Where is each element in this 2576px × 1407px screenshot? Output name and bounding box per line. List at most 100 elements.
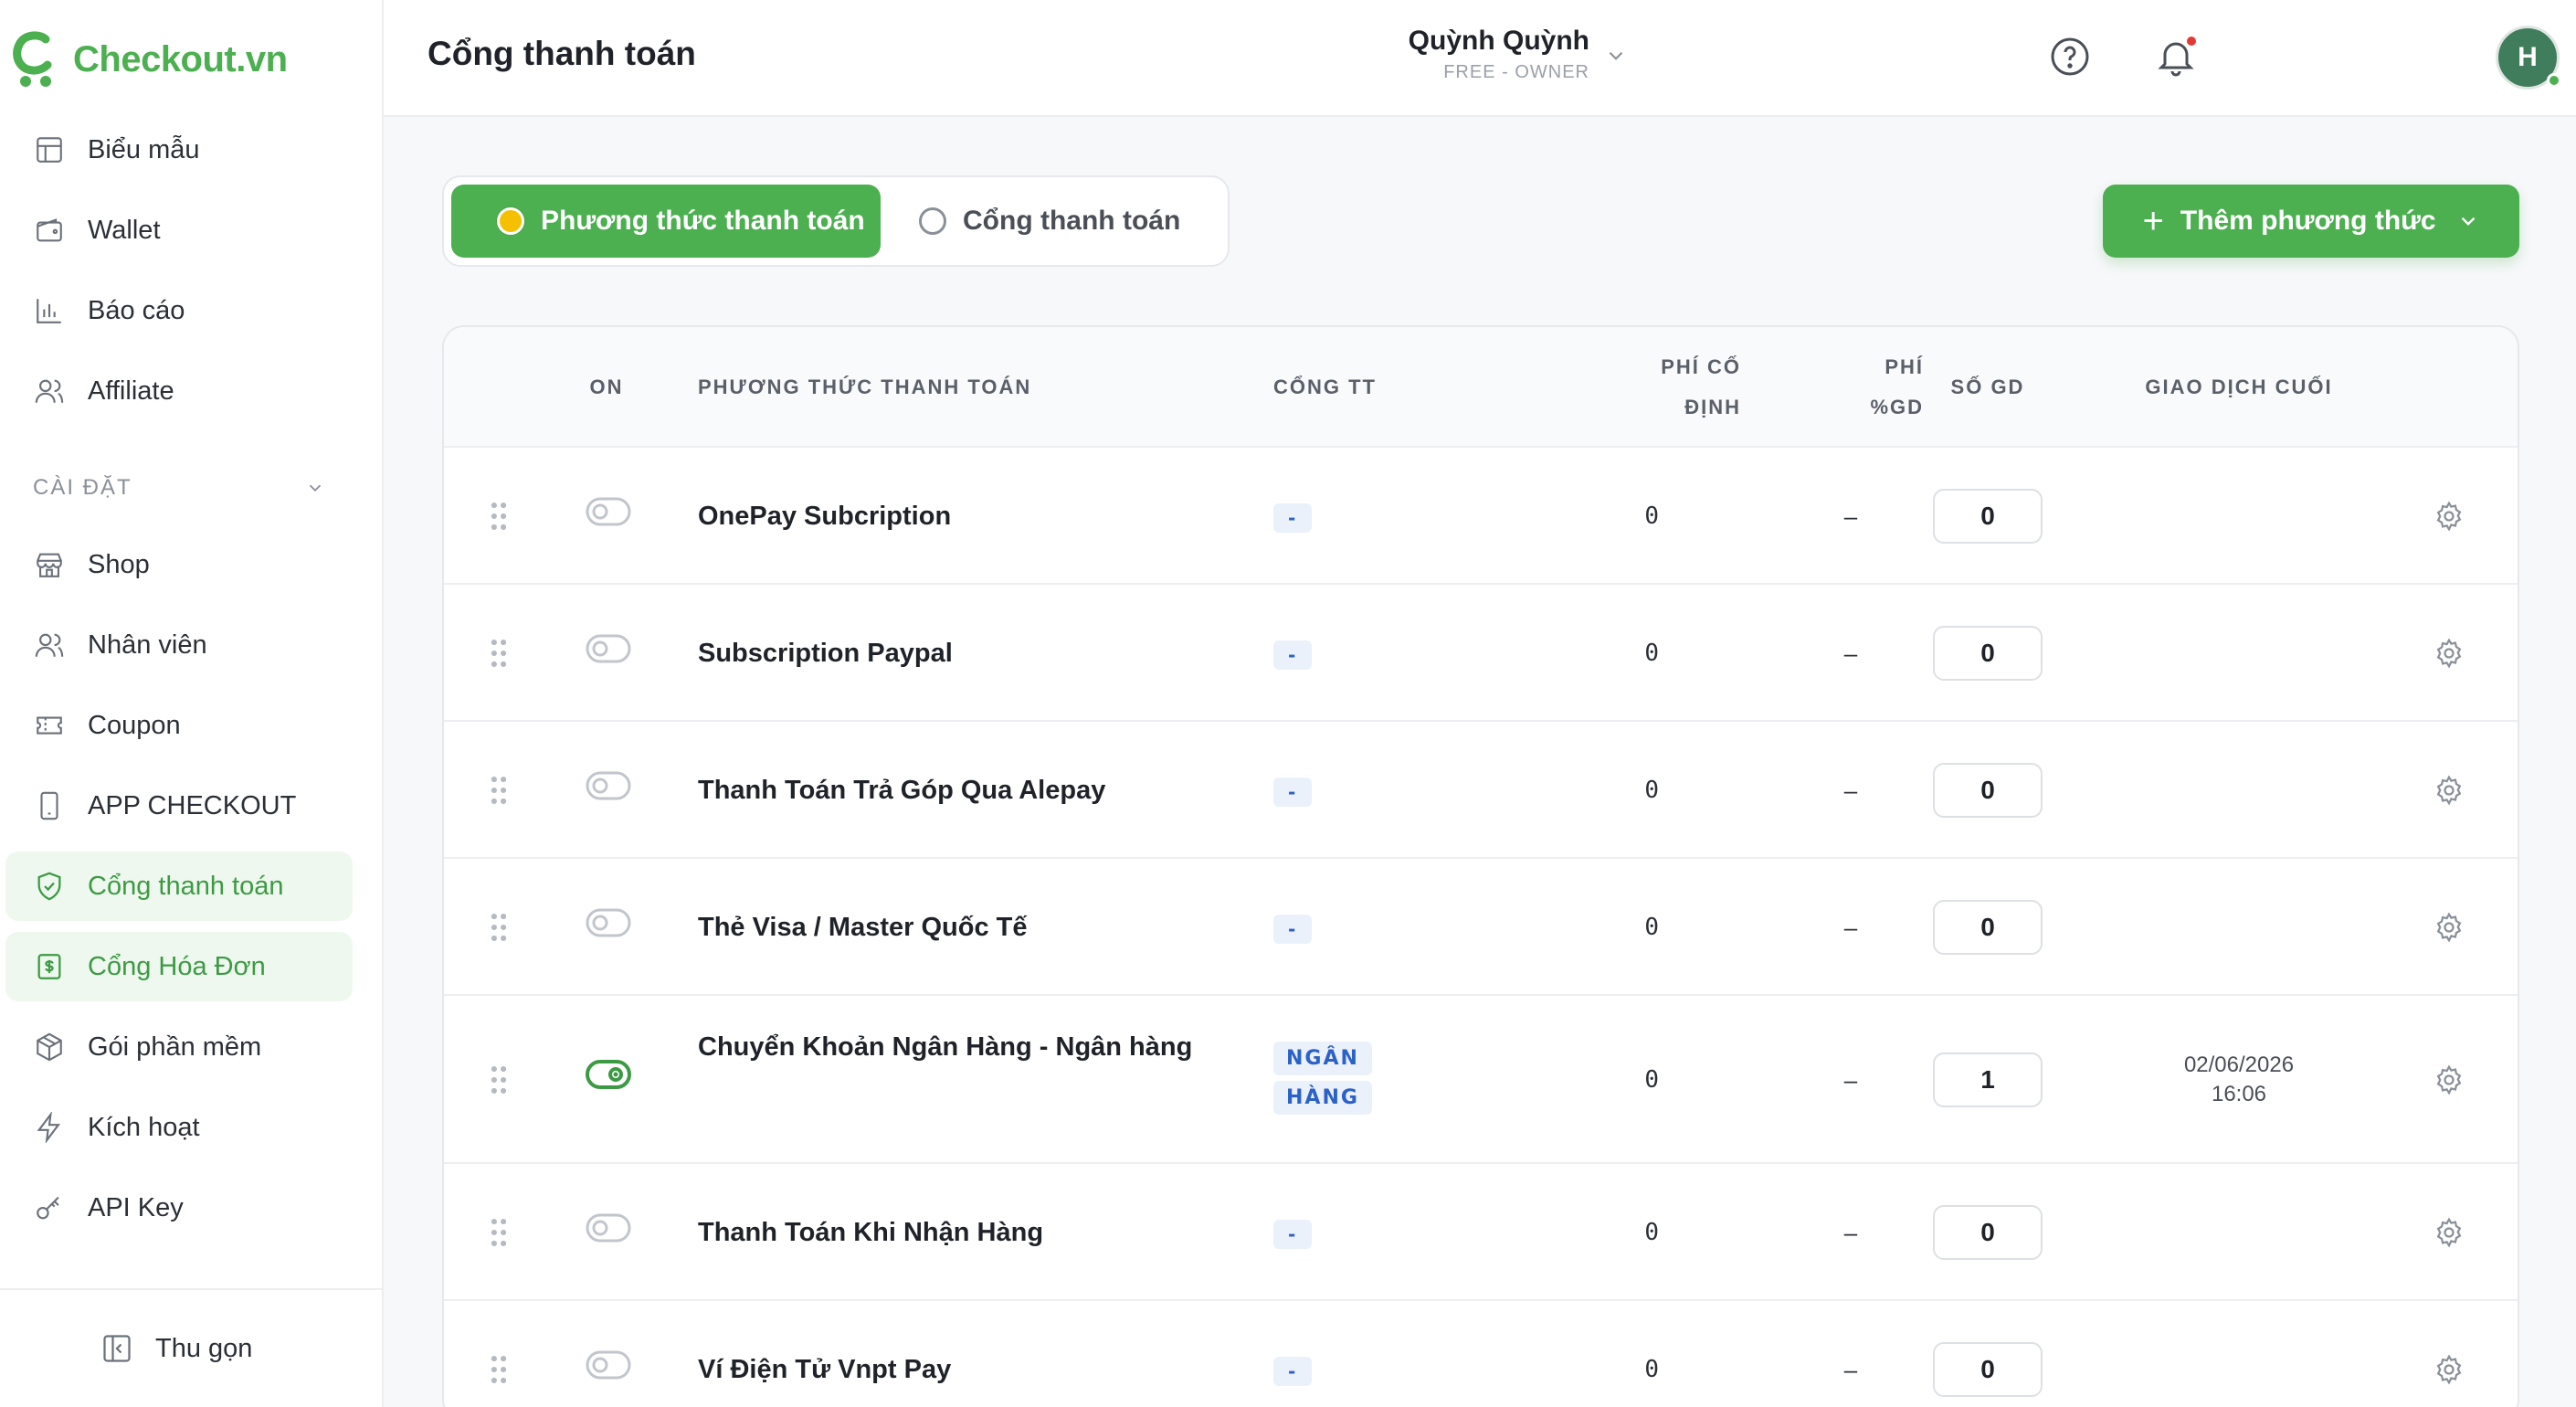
sidebar-item-app-checkout[interactable]: APP CHECKOUT <box>5 771 353 841</box>
sidebar-item-bieu-mau[interactable]: Biểu mẫu <box>5 115 353 185</box>
method-name: Ví Điện Tử Vnpt Pay <box>698 1354 952 1384</box>
toggle-off-icon[interactable] <box>572 859 645 987</box>
users-icon <box>33 629 66 661</box>
tab-payment-gateways[interactable]: Cổng thanh toán <box>919 185 1220 258</box>
online-status-dot <box>2547 73 2561 88</box>
col-fixed-fee-line2: ĐỊNH <box>1684 396 1741 418</box>
sidebar-item-label: API Key <box>88 1192 184 1222</box>
gateway-cell: - <box>1273 585 1313 725</box>
last-tx-date: 02/06/2026 <box>2183 1053 2295 1077</box>
sidebar-item-kich-hoat[interactable]: Kích hoạt <box>5 1093 353 1162</box>
settings-gear-icon[interactable] <box>2428 996 2470 1164</box>
drag-handle-icon[interactable] <box>480 585 517 722</box>
sidebar-item-label: Coupon <box>88 710 181 740</box>
sidebar-item-shop[interactable]: Shop <box>5 530 353 599</box>
drag-handle-icon[interactable] <box>480 859 517 996</box>
plus-icon: + <box>2142 201 2164 241</box>
layout-icon <box>33 133 66 166</box>
user-menu[interactable]: Quỳnh Quỳnh FREE - OWNER <box>1334 26 1589 83</box>
sidebar-item-bao-cao[interactable]: Báo cáo <box>5 276 353 345</box>
table-row[interactable]: OnePay Subcription - 0 – 0 <box>444 448 2518 585</box>
phone-icon <box>33 789 66 822</box>
sidebar-item-label: Nhân viên <box>88 629 207 660</box>
gateway-badge-line2: HÀNG <box>1273 1081 1372 1115</box>
package-icon <box>33 1031 66 1063</box>
method-name: Thanh Toán Khi Nhận Hàng <box>698 1217 1044 1247</box>
col-last-tx: GIAO DỊCH CUỐI <box>2145 376 2333 398</box>
tab-payment-methods[interactable]: Phương thức thanh toán <box>451 185 881 258</box>
drag-handle-icon[interactable] <box>480 1301 517 1407</box>
table-row[interactable]: Thanh Toán Trả Góp Qua Alepay - 0 – 0 <box>444 722 2518 859</box>
store-icon <box>33 548 66 581</box>
sidebar-item-label: Biểu mẫu <box>88 134 200 164</box>
settings-gear-icon[interactable] <box>2428 722 2470 859</box>
sidebar-item-label: Wallet <box>88 215 161 245</box>
logo-text: Checkout.vn <box>73 38 288 79</box>
help-button[interactable] <box>2048 35 2092 79</box>
sidebar-collapse-icon <box>103 1335 131 1362</box>
user-role: FREE - OWNER <box>1443 62 1589 82</box>
table-row[interactable]: Chuyển Khoản Ngân Hàng - Ngân hàng NGÂN … <box>444 996 2518 1164</box>
table-row[interactable]: Ví Điện Tử Vnpt Pay - 0 – 0 <box>444 1301 2518 1407</box>
sidebar-item-cong-hoa-don[interactable]: Cổng Hóa Đơn <box>5 932 353 1001</box>
logo[interactable]: Checkout.vn <box>9 27 288 91</box>
last-transaction: 02/06/2026 16:06 <box>2116 996 2362 1164</box>
col-pct-fee-line2: %GD <box>1870 396 1924 418</box>
drag-handle-icon[interactable] <box>480 722 517 859</box>
toggle-off-icon[interactable] <box>572 1301 645 1407</box>
pct-fee: – <box>1843 639 1858 667</box>
table-header: ON PHƯƠNG THỨC THANH TOÁN CỔNG TT PHÍ CỐ… <box>444 327 2518 448</box>
settings-gear-icon[interactable] <box>2428 1301 2470 1407</box>
shield-check-icon <box>33 870 66 903</box>
drag-handle-icon[interactable] <box>480 448 517 585</box>
method-name: Subscription Paypal <box>698 638 953 668</box>
sidebar-item-wallet[interactable]: Wallet <box>5 196 353 265</box>
toggle-off-icon[interactable] <box>572 585 645 713</box>
sidebar-item-affiliate[interactable]: Affiliate <box>5 356 353 426</box>
settings-gear-icon[interactable] <box>2428 1164 2470 1301</box>
sidebar-item-nhan-vien[interactable]: Nhân viên <box>5 610 353 680</box>
key-icon <box>33 1191 66 1224</box>
invoice-icon <box>33 950 66 983</box>
radio-unselected-icon <box>919 207 946 235</box>
settings-gear-icon[interactable] <box>2428 859 2470 996</box>
add-method-button[interactable]: + Thêm phương thức <box>2103 185 2519 258</box>
drag-handle-icon[interactable] <box>480 1164 517 1301</box>
table-row[interactable]: Thẻ Visa / Master Quốc Tế - 0 – 0 <box>444 859 2518 996</box>
toggle-on-icon[interactable] <box>572 996 645 1153</box>
method-name: Chuyển Khoản Ngân Hàng - Ngân hàng <box>698 1032 1193 1062</box>
sidebar-item-label: Kích hoạt <box>88 1112 200 1142</box>
gateway-cell: - <box>1273 859 1313 1000</box>
notifications-button[interactable] <box>2154 35 2198 79</box>
sidebar-item-api-key[interactable]: API Key <box>5 1173 353 1243</box>
method-name: Thanh Toán Trả Góp Qua Alepay <box>698 775 1106 805</box>
gateway-cell: - <box>1273 1164 1313 1305</box>
table-row[interactable]: Thanh Toán Khi Nhận Hàng - 0 – 0 <box>444 1164 2518 1301</box>
sidebar-item-coupon[interactable]: Coupon <box>5 691 353 760</box>
sidebar-item-label: Cổng Hóa Đơn <box>88 951 266 981</box>
settings-gear-icon[interactable] <box>2428 448 2470 585</box>
drag-handle-icon[interactable] <box>480 996 517 1164</box>
toggle-off-icon[interactable] <box>572 1164 645 1292</box>
gateway-badge: - <box>1273 640 1313 670</box>
pct-fee: – <box>1843 1218 1858 1246</box>
pct-fee: – <box>1843 776 1858 804</box>
chevron-down-icon[interactable] <box>1604 44 1628 68</box>
toggle-off-icon[interactable] <box>572 722 645 850</box>
toggle-off-icon[interactable] <box>572 448 645 576</box>
col-fixed-fee-line1: PHÍ CỐ <box>1661 355 1741 378</box>
settings-gear-icon[interactable] <box>2428 585 2470 722</box>
gateway-cell: NGÂN HÀNG <box>1273 1042 1372 1115</box>
ticket-icon <box>33 709 66 742</box>
table-row[interactable]: Subscription Paypal - 0 – 0 <box>444 585 2518 722</box>
fixed-fee: 0 <box>1644 777 1659 804</box>
sidebar-item-cong-thanh-toan[interactable]: Cổng thanh toán <box>5 852 353 921</box>
payment-methods-table: ON PHƯƠNG THỨC THANH TOÁN CỔNG TT PHÍ CỐ… <box>442 325 2519 1407</box>
collapse-sidebar-button[interactable]: Thu gọn <box>0 1288 382 1407</box>
sidebar-item-label: Báo cáo <box>88 295 185 325</box>
sidebar-item-goi-phan-mem[interactable]: Gói phần mềm <box>5 1012 353 1082</box>
tx-count: 0 <box>1933 1205 2043 1260</box>
settings-section-label: CÀI ĐẶT <box>33 475 132 500</box>
wallet-icon <box>33 214 66 247</box>
settings-section-toggle[interactable]: CÀI ĐẶT <box>33 475 325 501</box>
